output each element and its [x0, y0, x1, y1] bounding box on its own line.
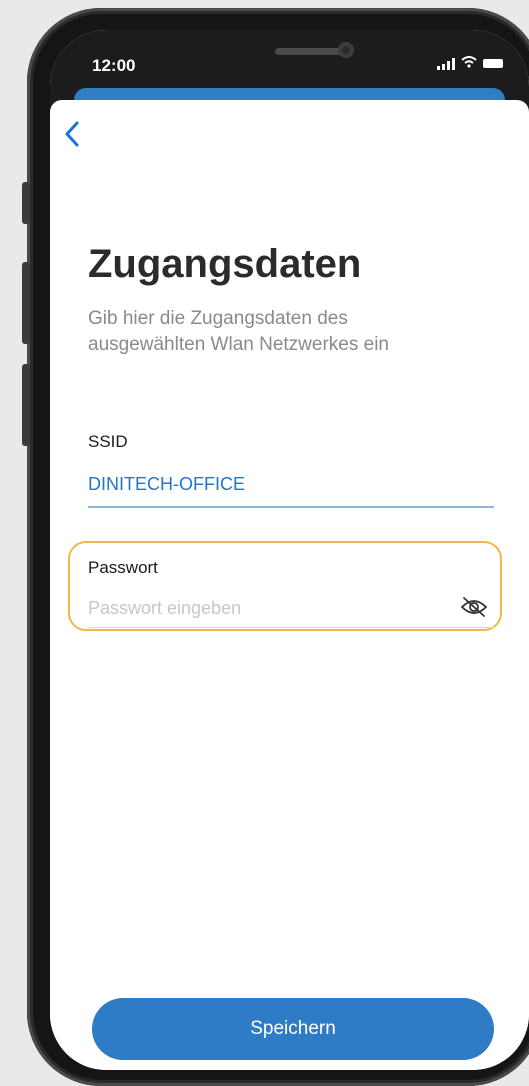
mute-switch	[22, 182, 30, 224]
credentials-sheet: Zugangsdaten Gib hier die Zugangsdaten d…	[50, 100, 529, 1070]
page-subtitle: Gib hier die Zugangsdaten des ausgewählt…	[88, 308, 389, 355]
battery-icon	[483, 59, 503, 68]
cellular-signal-icon	[437, 57, 455, 70]
ssid-field[interactable]: DINITECH-OFFICE	[88, 474, 245, 495]
password-label: Passwort	[88, 558, 158, 577]
eye-slash-icon	[460, 597, 488, 617]
save-button[interactable]: Speichern	[92, 998, 494, 1060]
ssid-label: SSID	[88, 432, 128, 451]
ssid-underline	[88, 506, 494, 508]
password-input[interactable]	[88, 598, 448, 619]
page-title: Zugangsdaten	[88, 242, 362, 286]
status-icons	[437, 56, 503, 71]
earpiece-speaker	[275, 48, 343, 55]
wifi-icon	[461, 56, 477, 71]
password-visibility-toggle[interactable]	[460, 596, 488, 618]
chevron-left-icon	[65, 121, 79, 147]
volume-down-button	[22, 364, 30, 446]
back-button[interactable]	[64, 120, 92, 154]
status-time: 12:00	[92, 56, 136, 75]
volume-up-button	[22, 262, 30, 344]
password-underline	[88, 627, 494, 628]
front-camera	[338, 42, 354, 58]
phone-screen: 12:00 Zugangsdaten Gib hier die Zugangsd…	[50, 30, 529, 1070]
